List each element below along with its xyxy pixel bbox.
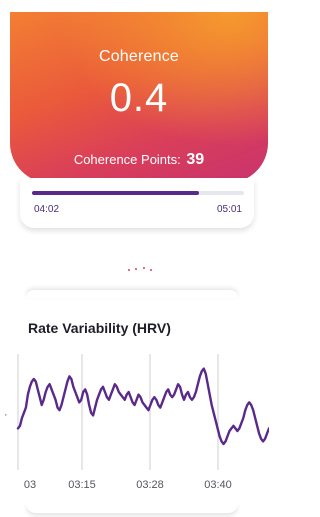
hrv-x-tick-label: 03:40 xyxy=(204,479,232,491)
hrv-grid xyxy=(17,354,219,470)
hrv-x-tick-label: 03:15 xyxy=(68,479,96,491)
hrv-chart: 03 03:15 03:28 03:40 · xyxy=(4,354,269,491)
hrv-card-bottom-edge xyxy=(26,503,238,513)
coherence-hero: Coherence 0.4 Coherence Points: 39 xyxy=(10,12,268,183)
hrv-x-tick-label: 03:28 xyxy=(136,479,164,491)
session-elapsed-time: 04:02 xyxy=(34,204,60,215)
coherence-value: 0.4 xyxy=(109,76,169,120)
coherence-points-label: Coherence Points: xyxy=(73,152,181,167)
decorative-mark xyxy=(128,267,152,271)
hrv-x-tick-label: 03 xyxy=(24,479,36,491)
hrv-x-ticks: 03 03:15 03:28 03:40 xyxy=(24,479,232,491)
coherence-points: Coherence Points: 39 xyxy=(10,151,268,169)
hrv-series-line xyxy=(16,367,269,446)
session-progress-fill xyxy=(32,191,200,195)
session-total-time: 05:01 xyxy=(216,204,242,215)
hrv-y-stub: · xyxy=(4,409,8,421)
hrv-card-top-edge xyxy=(26,290,238,298)
coherence-title: Coherence xyxy=(98,48,180,65)
coherence-points-value: 39 xyxy=(186,151,205,168)
session-progress-card: 04:02 05:01 xyxy=(20,178,254,228)
session-progress-bar[interactable] xyxy=(32,191,244,195)
app-screen: Coherence 0.4 Coherence Points: 39 04:02… xyxy=(0,0,269,517)
hrv-title: Rate Variability (HRV) xyxy=(28,320,171,336)
